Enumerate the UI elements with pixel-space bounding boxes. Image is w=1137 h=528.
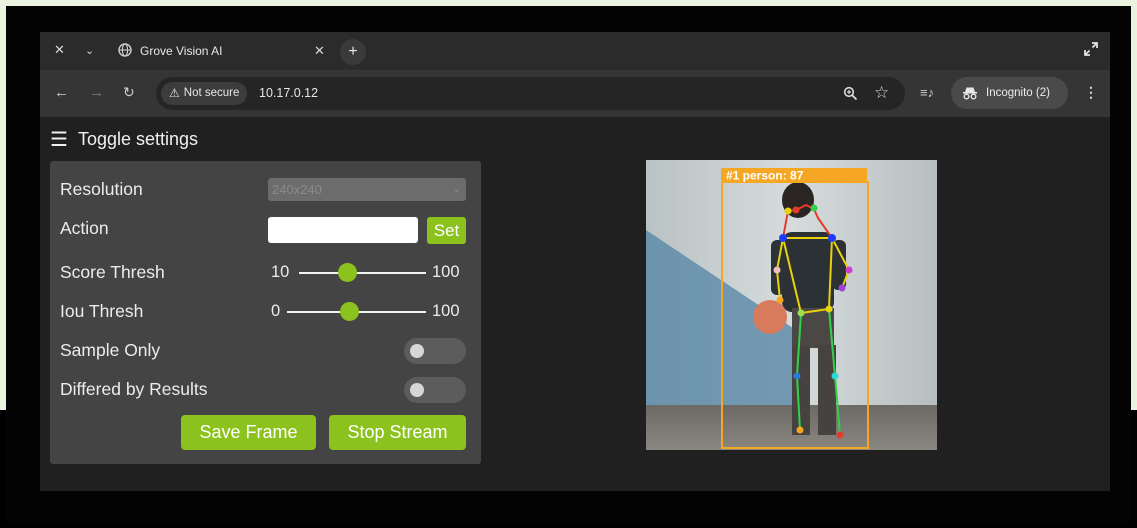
resolution-label: Resolution bbox=[60, 179, 143, 199]
hamburger-icon: ☰ bbox=[50, 129, 68, 151]
set-button[interactable]: Set bbox=[427, 217, 466, 244]
media-queue-icon[interactable]: ≡♪ bbox=[920, 85, 934, 100]
tab-search-chevron-icon[interactable]: ⌄ bbox=[85, 44, 94, 57]
score-max-label: 100 bbox=[432, 263, 460, 281]
toggle-settings-button[interactable]: ☰ Toggle settings bbox=[50, 127, 198, 152]
stop-stream-button[interactable]: Stop Stream bbox=[329, 415, 466, 450]
iou-slider-thumb[interactable] bbox=[340, 302, 360, 321]
camera-stream-view: #1 person: 87 bbox=[646, 160, 937, 450]
settings-panel: Resolution 240x240 ⌄ Action Set Score Th… bbox=[50, 161, 481, 464]
incognito-chip[interactable]: Incognito (2) bbox=[951, 77, 1068, 109]
chevron-down-icon: ⌄ bbox=[451, 183, 461, 195]
differed-by-results-toggle[interactable] bbox=[404, 377, 466, 403]
close-window-icon[interactable]: ✕ bbox=[54, 42, 65, 58]
globe-icon bbox=[118, 43, 132, 57]
security-label: Not secure bbox=[183, 87, 240, 99]
forward-arrow-icon[interactable]: → bbox=[89, 84, 104, 101]
save-frame-button[interactable]: Save Frame bbox=[181, 415, 316, 450]
camera-frame: #1 person: 87 bbox=[646, 160, 937, 450]
back-arrow-icon[interactable]: ← bbox=[54, 84, 69, 101]
security-chip[interactable]: ⚠ Not secure bbox=[161, 82, 248, 105]
incognito-label: Incognito (2) bbox=[986, 87, 1050, 99]
floor bbox=[646, 405, 937, 450]
tab-strip: ✕ ⌄ Grove Vision AI ✕ + bbox=[40, 32, 1110, 70]
iou-min-label: 0 bbox=[271, 302, 281, 320]
more-menu-icon[interactable]: ⋮ bbox=[1084, 84, 1098, 101]
toggle-settings-label: Toggle settings bbox=[77, 129, 199, 149]
url-text[interactable]: 10.17.0.12 bbox=[259, 86, 318, 100]
iou-thresh-label: Iou Thresh bbox=[60, 301, 144, 321]
page-content: ☰ Toggle settings Resolution 240x240 ⌄ A… bbox=[40, 117, 1110, 491]
plus-icon: + bbox=[348, 43, 358, 60]
iou-max-label: 100 bbox=[432, 302, 460, 320]
resolution-value: 240x240 bbox=[272, 182, 322, 197]
score-thresh-label: Score Thresh bbox=[60, 262, 165, 282]
browser-toolbar: ← → ↻ ⚠ Not secure 10.17.0.12 ☆ ≡♪ Incog… bbox=[40, 70, 1110, 117]
sample-only-label: Sample Only bbox=[60, 340, 161, 360]
differed-by-results-label: Differed by Results bbox=[60, 379, 208, 399]
score-slider-track[interactable] bbox=[299, 272, 426, 274]
tab-close-icon[interactable]: ✕ bbox=[314, 43, 325, 59]
fullscreen-icon[interactable] bbox=[1084, 42, 1098, 56]
resolution-select[interactable]: 240x240 ⌄ bbox=[268, 178, 466, 201]
detection-label: #1 person: 87 bbox=[726, 169, 804, 183]
tab-title[interactable]: Grove Vision AI bbox=[140, 44, 223, 58]
incognito-icon bbox=[963, 87, 977, 100]
toggle-knob bbox=[410, 344, 424, 358]
reload-icon[interactable]: ↻ bbox=[123, 84, 135, 101]
score-slider-thumb[interactable] bbox=[337, 263, 357, 282]
sample-only-toggle[interactable] bbox=[404, 338, 466, 364]
toggle-knob bbox=[410, 383, 424, 397]
action-label: Action bbox=[60, 218, 109, 238]
new-tab-button[interactable]: + bbox=[340, 39, 366, 65]
score-min-label: 10 bbox=[271, 263, 290, 281]
action-input[interactable] bbox=[268, 217, 418, 243]
bookmark-star-icon[interactable]: ☆ bbox=[874, 83, 889, 103]
zoom-icon[interactable] bbox=[843, 86, 858, 101]
address-bar[interactable]: ⚠ Not secure 10.17.0.12 ☆ bbox=[156, 77, 905, 110]
browser-window: ✕ ⌄ Grove Vision AI ✕ + ← → ↻ ⚠ Not secu… bbox=[40, 32, 1110, 491]
warning-icon: ⚠ bbox=[169, 86, 180, 100]
